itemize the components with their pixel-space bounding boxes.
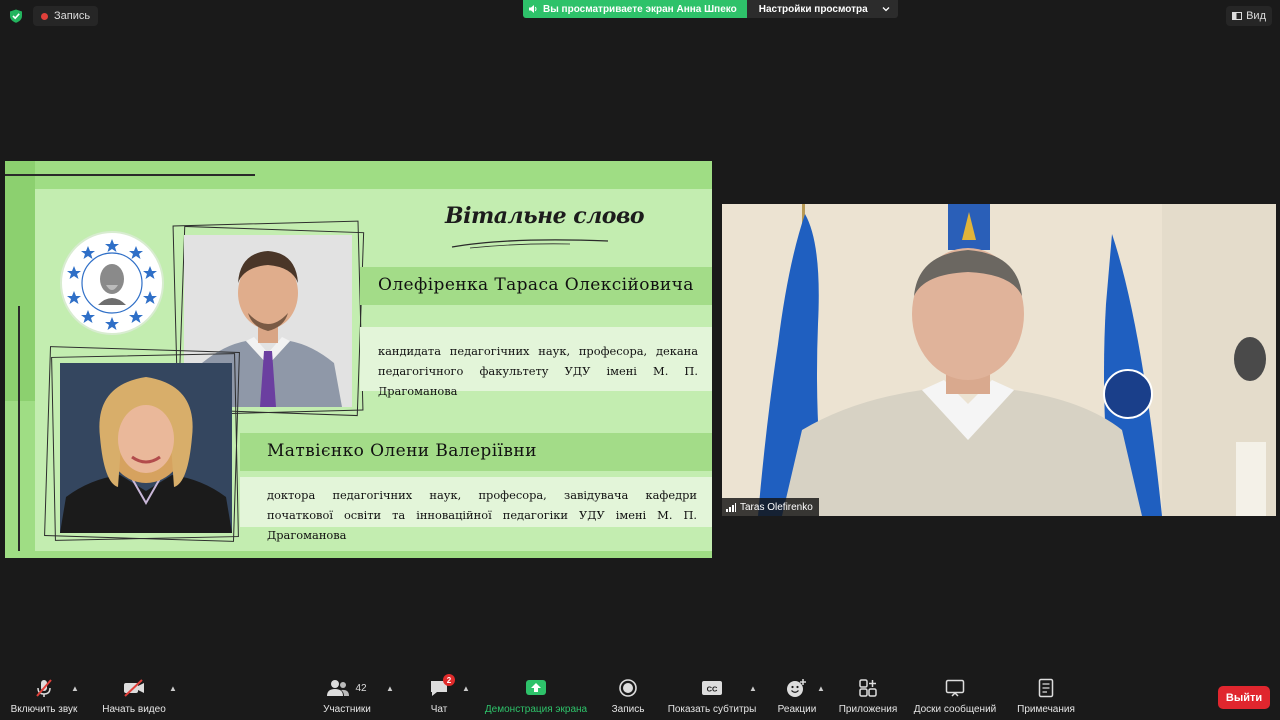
record-button[interactable]: Запись — [606, 676, 650, 715]
reaction-smiley-icon — [787, 679, 806, 697]
start-video-button[interactable]: Начать видео — [98, 676, 170, 715]
unmute-label: Включить звук — [10, 704, 78, 715]
slide-divider-left — [18, 306, 20, 551]
meeting-toolbar: Включить звук ▲ Начать видео ▲ 42 Участн… — [0, 674, 1280, 720]
unmute-button[interactable]: Включить звук — [8, 676, 80, 715]
recording-label: Запись — [54, 10, 91, 22]
speaker-description-2: доктора педагогічних наук, професора, за… — [267, 488, 697, 542]
start-video-label: Начать видео — [102, 704, 166, 715]
leave-meeting-button[interactable]: Выйти — [1218, 686, 1270, 709]
reactions-options-chevron-icon[interactable]: ▲ — [817, 684, 825, 693]
participant-name-tag: Taras Olefirenko — [722, 498, 819, 516]
whiteboard-icon — [945, 679, 965, 697]
speaker-photo-2 — [60, 363, 232, 533]
notes-icon — [1038, 678, 1054, 698]
video-options-chevron-icon[interactable]: ▲ — [169, 684, 177, 693]
slide-accent-band — [5, 161, 35, 401]
top-bar: Запись Вы просматриваете экран Анна Шпек… — [0, 0, 1280, 32]
title-swash-decoration — [451, 239, 609, 249]
speaker-icon — [529, 5, 537, 13]
svg-text:CC: CC — [707, 685, 718, 694]
participants-count: 42 — [355, 682, 367, 694]
chat-label: Чат — [430, 704, 448, 715]
speaker-name-1: Олефіренка Тараса Олексійовича — [378, 275, 694, 295]
share-screen-icon — [526, 680, 546, 695]
chat-unread-badge: 2 — [443, 674, 455, 686]
woman-portrait-icon — [60, 363, 232, 533]
video-frame-icon — [722, 204, 1276, 516]
security-shield-icon[interactable] — [9, 9, 23, 23]
speaker-description-1: кандидата педагогічних наук, професора, … — [378, 344, 698, 398]
microphone-muted-icon — [36, 679, 52, 697]
chat-button[interactable]: 2 Чат — [418, 674, 460, 715]
whiteboards-button[interactable]: Доски сообщений — [910, 676, 1000, 715]
slide-title: Вітальне слово — [445, 203, 645, 229]
participant-video-tile[interactable]: Taras Olefirenko — [722, 204, 1276, 516]
closed-captions-icon: CC — [702, 681, 722, 695]
notes-label: Примечания — [1017, 704, 1075, 715]
shared-screen-slide: Вітальне слово Олефіренка Тараса Олексій… — [5, 161, 712, 558]
captions-label: Показать субтитры — [667, 704, 757, 715]
share-status: Вы просматриваете экран Анна Шпеко — [523, 0, 747, 18]
signal-bars-icon — [726, 502, 736, 512]
share-screen-label: Демонстрация экрана — [484, 704, 588, 715]
apps-label: Приложения — [838, 704, 898, 715]
whiteboards-label: Доски сообщений — [913, 704, 997, 715]
view-layout-icon — [1232, 12, 1243, 20]
speaker-name-2: Матвієнко Олени Валеріївни — [267, 441, 537, 461]
participant-name: Taras Olefirenko — [740, 501, 813, 513]
video-camera-off-icon — [124, 679, 144, 697]
view-button-label: Вид — [1246, 10, 1266, 22]
apps-icon — [859, 679, 877, 697]
participants-icon — [327, 680, 350, 696]
recording-indicator[interactable]: Запись — [33, 6, 99, 26]
share-status-text: Вы просматриваете экран Анна Шпеко — [543, 3, 737, 15]
participants-label: Участники — [323, 704, 371, 715]
reactions-label: Реакции — [777, 704, 817, 715]
reactions-button[interactable]: Реакции — [772, 676, 822, 715]
chevron-down-icon — [882, 7, 890, 12]
university-logo — [60, 231, 164, 335]
audio-options-chevron-icon[interactable]: ▲ — [71, 684, 79, 693]
chat-options-chevron-icon[interactable]: ▲ — [462, 684, 470, 693]
notes-button[interactable]: Примечания — [1012, 676, 1080, 715]
view-button[interactable]: Вид — [1226, 6, 1272, 26]
view-options-button[interactable]: Настройки просмотра — [746, 0, 898, 18]
captions-options-chevron-icon[interactable]: ▲ — [749, 684, 757, 693]
slide-divider-top — [5, 174, 255, 176]
view-options-label: Настройки просмотра — [758, 3, 868, 15]
university-seal-icon — [66, 237, 158, 330]
share-screen-button[interactable]: Демонстрация экрана — [478, 676, 594, 715]
participants-button[interactable]: 42 Участники — [318, 676, 376, 715]
captions-button[interactable]: CC Показать субтитры — [664, 676, 760, 715]
recording-dot-icon — [41, 12, 48, 20]
participants-options-chevron-icon[interactable]: ▲ — [386, 684, 394, 693]
record-label: Запись — [611, 704, 645, 715]
apps-button[interactable]: Приложения — [834, 676, 902, 715]
screen-share-banner: Вы просматриваете экран Анна Шпеко Настр… — [523, 0, 898, 18]
record-icon — [619, 679, 637, 697]
